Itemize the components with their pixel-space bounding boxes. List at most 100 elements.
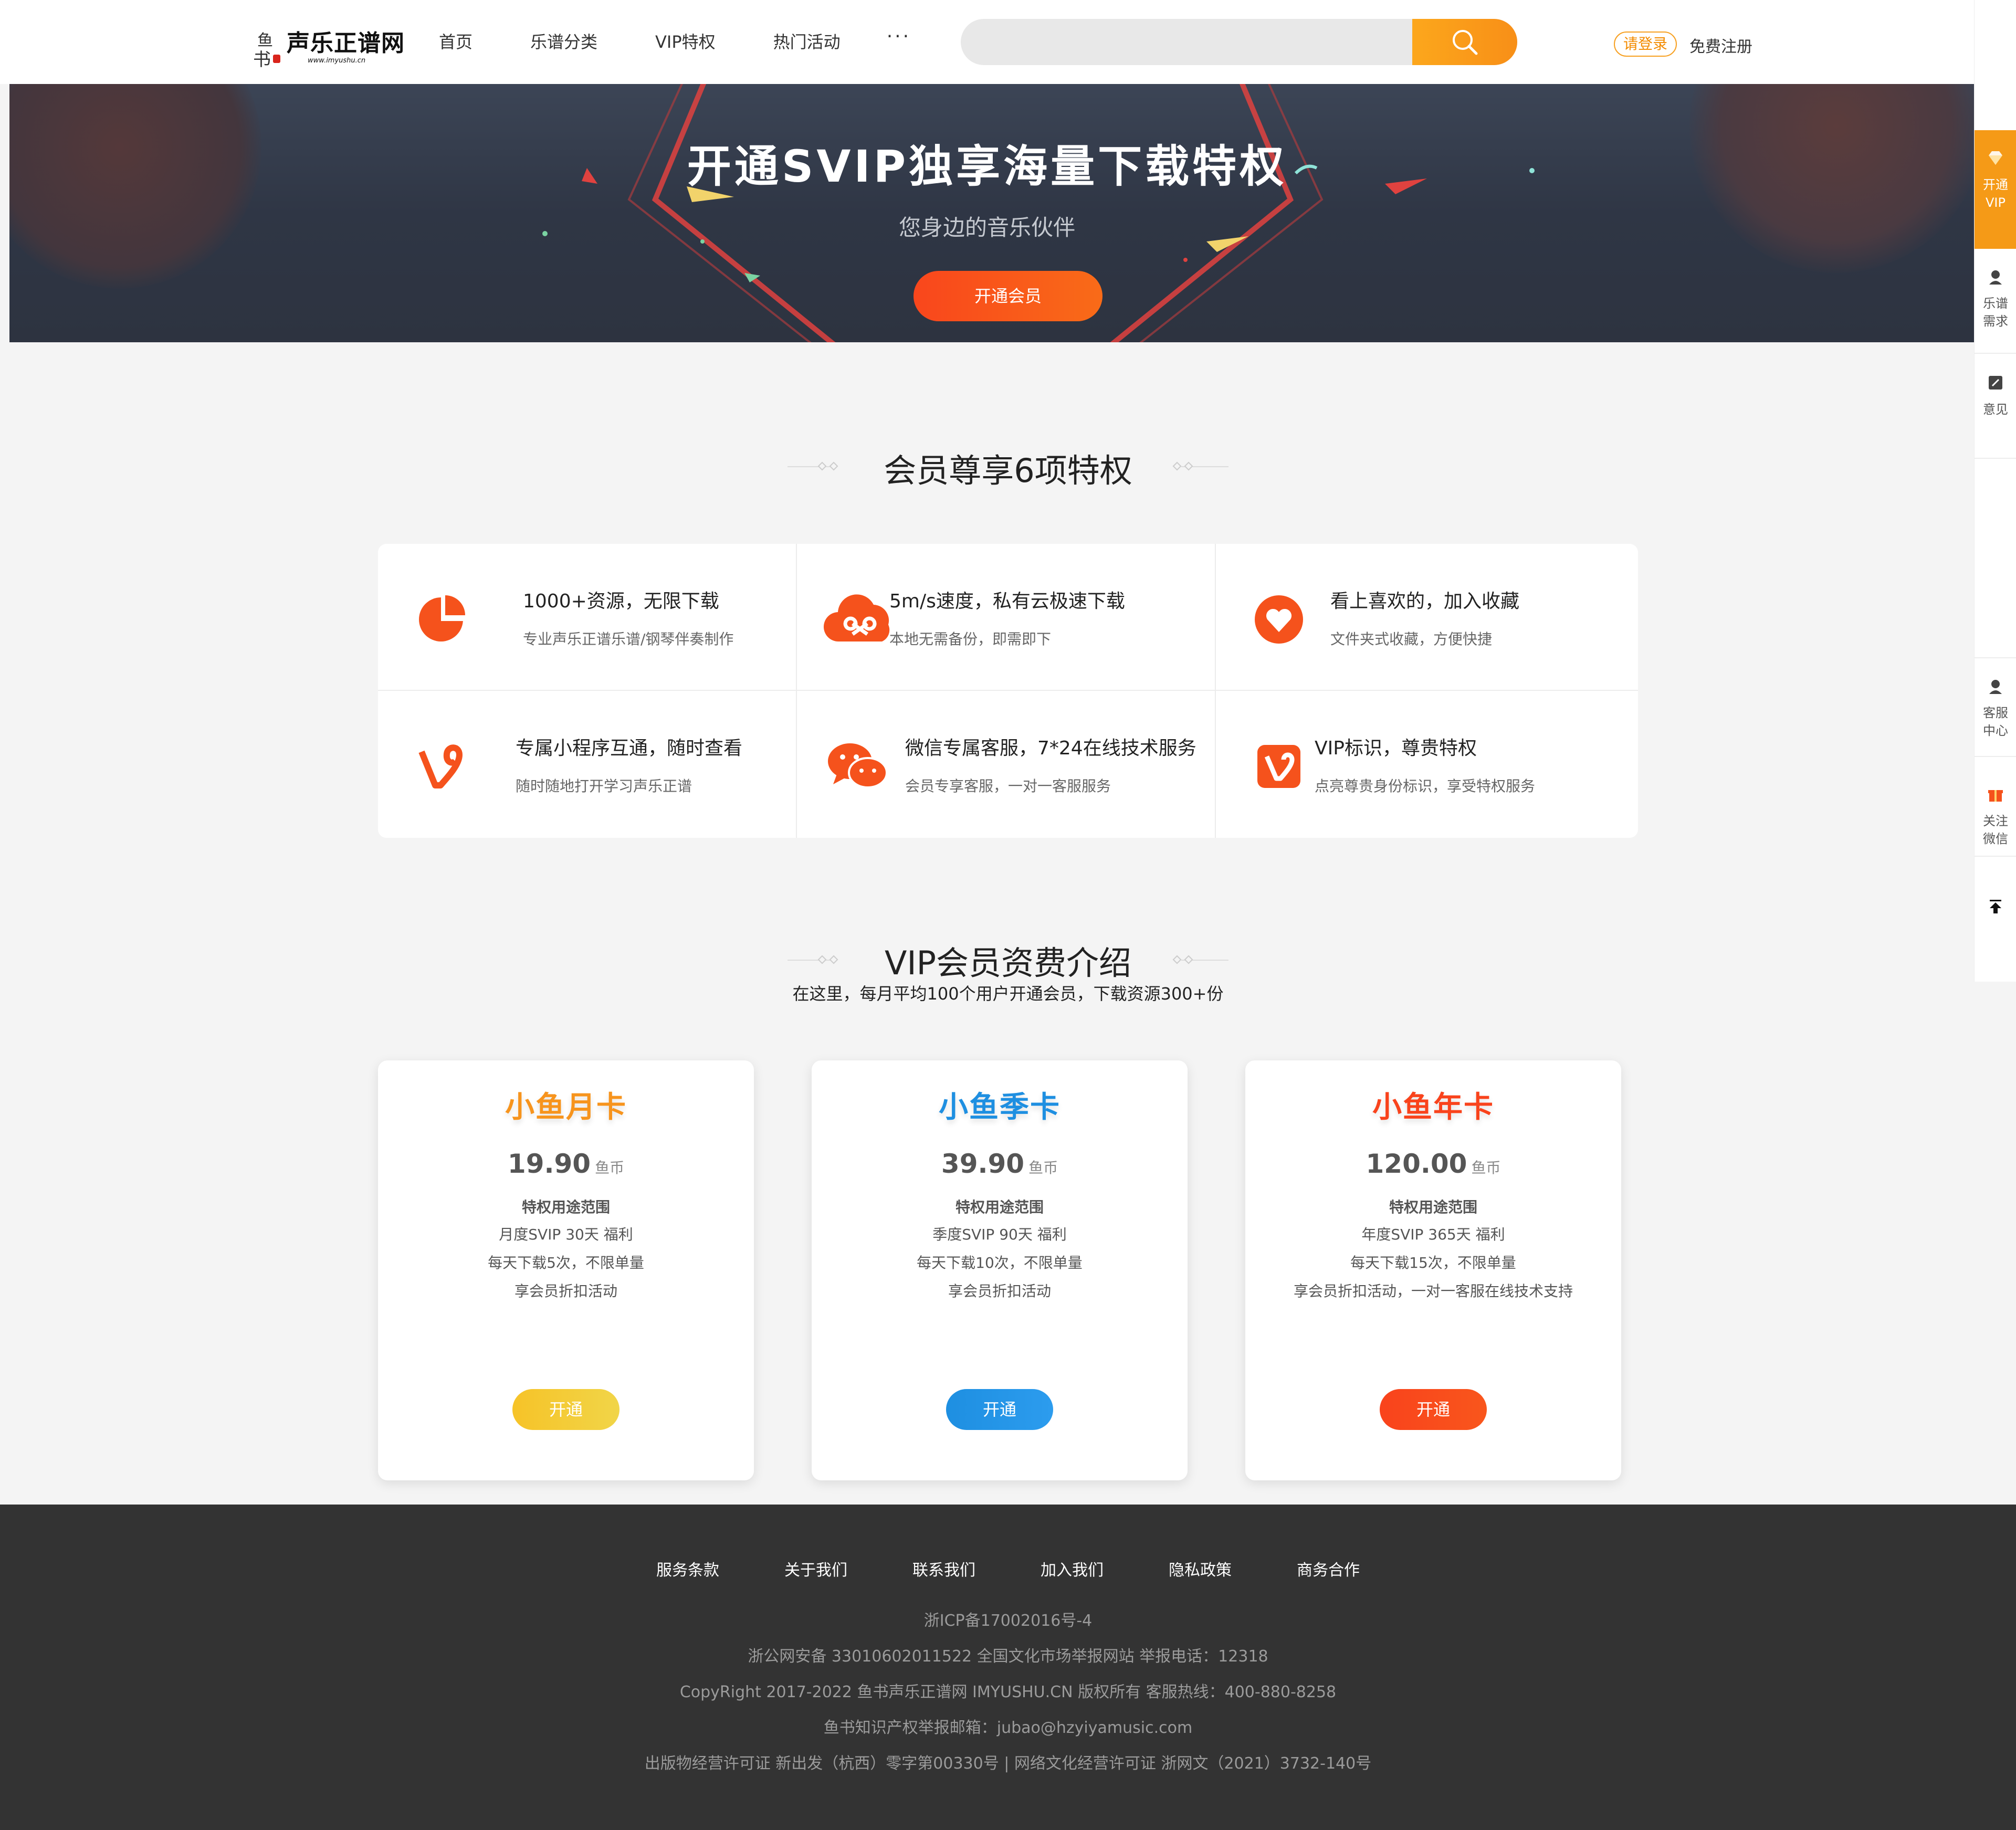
- search-icon: [1453, 30, 1478, 55]
- site-logo[interactable]: 鱼 书 声乐正谱网 www.imyushu.cn: [253, 25, 405, 70]
- card-price: 120.00 鱼币: [1245, 1149, 1621, 1179]
- card-benefit: 享会员折扣活动: [514, 1282, 617, 1300]
- nav-vip[interactable]: VIP特权: [655, 29, 716, 53]
- card-name: 小鱼季卡: [939, 1090, 1060, 1124]
- privileges-title: 会员尊享6项特权: [884, 451, 1132, 490]
- privilege-title: 5m/s速度，私有云极速下载: [889, 591, 1125, 612]
- open-membership-button[interactable]: 开通会员: [914, 271, 1102, 321]
- card-price-unit: 鱼币: [1471, 1159, 1501, 1176]
- gift-icon: [1988, 790, 2003, 802]
- card-name: 小鱼月卡: [505, 1090, 627, 1124]
- card-price-unit: 鱼币: [595, 1159, 625, 1176]
- login-button[interactable]: 请登录: [1614, 31, 1677, 57]
- card-price-value: 39.90: [941, 1149, 1025, 1179]
- vine-icon: [418, 744, 463, 788]
- card-price: 19.90 鱼币: [378, 1149, 754, 1179]
- pricing-card-yearly: 小鱼年卡 120.00 鱼币 特权用途范围 年度SVIP 365天 福利 每天下载…: [1245, 1060, 1621, 1480]
- card-benefit: 每天下载15次，不限单量: [1350, 1254, 1516, 1271]
- card-benefit: 每天下载10次，不限单量: [917, 1254, 1083, 1271]
- open-monthly-button[interactable]: 开通: [512, 1389, 620, 1430]
- arrow-up-icon: [1990, 900, 2001, 913]
- pie-chart-icon: [419, 595, 465, 641]
- card-benefit: 季度SVIP 90天 福利: [932, 1226, 1067, 1243]
- footer-police-record: 浙公网安备 33010602011522 全国文化市场举报网站 举报电话：123…: [748, 1647, 1268, 1666]
- privilege-title: 1000+资源，无限下载: [523, 591, 719, 612]
- privilege-desc: 专业声乐正谱乐谱/钢琴伴奏制作: [523, 630, 734, 648]
- sidebar-request-line1: 乐谱: [1983, 296, 2008, 311]
- footer-copyright: CopyRight 2017-2022 鱼书声乐正谱网 IMYUSHU.CN 版…: [679, 1683, 1337, 1701]
- sidebar-vip-line1: 开通: [1983, 177, 2008, 192]
- banner-subtitle: 您身边的音乐伙伴: [898, 215, 1075, 240]
- nav-more-icon[interactable]: ···: [887, 26, 911, 47]
- privilege-item: 1000+资源，无限下载 专业声乐正谱乐谱/钢琴伴奏制作: [378, 544, 797, 690]
- privilege-desc: 会员专享客服，一对一客服服务: [905, 777, 1111, 795]
- footer-licenses: 出版物经营许可证 新出发（杭西）零字第00330号 | 网络文化经营许可证 浙网…: [644, 1754, 1372, 1773]
- sidebar-open-vip[interactable]: 开通 VIP: [1975, 130, 2016, 249]
- edit-icon: [1989, 376, 2002, 390]
- card-name: 小鱼年卡: [1372, 1090, 1494, 1124]
- search-input[interactable]: [961, 19, 1412, 65]
- heart-icon: [1255, 595, 1303, 644]
- banner-title: 开通SVIP独享海量下载特权: [687, 141, 1287, 192]
- footer-link-contact[interactable]: 联系我们: [912, 1557, 975, 1580]
- card-price-value: 120.00: [1366, 1149, 1467, 1179]
- footer-icp: 浙ICP备17002016号-4: [923, 1612, 1093, 1630]
- privilege-item: 看上喜欢的，加入收藏 文件夹式收藏，方便快捷: [1216, 544, 1635, 690]
- diamond-icon: [1989, 151, 2002, 165]
- sidebar-wechat-line2: 微信: [1983, 832, 2008, 846]
- logo-title: 声乐正谱网: [287, 29, 405, 57]
- search-button[interactable]: [1412, 19, 1517, 65]
- logo-seal-bottom: 书: [253, 49, 271, 70]
- open-yearly-button[interactable]: 开通: [1380, 1389, 1487, 1430]
- logo-url: www.imyushu.cn: [308, 56, 366, 65]
- privilege-desc: 文件夹式收藏，方便快捷: [1330, 630, 1493, 648]
- privilege-item: 微信专属客服，7*24在线技术服务 会员专享客服，一对一客服服务: [797, 691, 1216, 837]
- search-bar: [961, 19, 1517, 65]
- sidebar-service-line2: 中心: [1983, 723, 2008, 738]
- nav-home[interactable]: 首页: [439, 29, 472, 53]
- nav-activities[interactable]: 热门活动: [773, 29, 841, 53]
- card-price: 39.90 鱼币: [812, 1149, 1188, 1179]
- footer-link-join[interactable]: 加入我们: [1041, 1557, 1104, 1580]
- card-price-value: 19.90: [507, 1149, 591, 1179]
- card-benefit: 享会员折扣活动: [948, 1282, 1051, 1300]
- register-link[interactable]: 免费注册: [1689, 34, 1752, 57]
- privilege-title: 专属小程序互通，随时查看: [516, 738, 743, 759]
- card-price-unit: 鱼币: [1028, 1159, 1058, 1176]
- nav-score-category[interactable]: 乐谱分类: [530, 29, 597, 53]
- footer-link-business[interactable]: 商务合作: [1297, 1557, 1360, 1580]
- sidebar-feedback[interactable]: 意见: [1975, 374, 2016, 418]
- logo-seal-icon: 鱼 书: [253, 27, 282, 70]
- card-scope: 特权用途范围: [955, 1198, 1044, 1216]
- privileges-grid: 1000+资源，无限下载 专业声乐正谱乐谱/钢琴伴奏制作 5m/s速度，私有云极…: [378, 544, 1638, 838]
- sidebar-service-center[interactable]: 客服 中心: [1975, 677, 2016, 740]
- privilege-desc: 随时随地打开学习声乐正谱: [516, 777, 692, 795]
- card-benefit: 月度SVIP 30天 福利: [499, 1226, 633, 1243]
- sidebar-service-line1: 客服: [1983, 706, 2008, 720]
- site-footer: 服务条款 关于我们 联系我们 加入我们 隐私政策 商务合作 浙ICP备17002…: [0, 1505, 2016, 1830]
- v-badge-icon: [1257, 745, 1300, 788]
- privilege-title: 微信专属客服，7*24在线技术服务: [905, 738, 1196, 759]
- card-benefit: 享会员折扣活动，一对一客服在线技术支持: [1293, 1282, 1573, 1300]
- privilege-desc: 点亮尊贵身份标识，享受特权服务: [1315, 777, 1536, 795]
- pricing-card-monthly: 小鱼月卡 19.90 鱼币 特权用途范围 月度SVIP 30天 福利 每天下载5次…: [378, 1060, 754, 1480]
- wechat-icon: [828, 743, 888, 788]
- privilege-desc: 本地无需备份，即需即下: [889, 630, 1052, 648]
- footer-link-privacy[interactable]: 隐私政策: [1169, 1557, 1232, 1580]
- footer-link-about[interactable]: 关于我们: [784, 1557, 847, 1580]
- back-to-top-button[interactable]: [1975, 898, 2016, 924]
- open-quarterly-button[interactable]: 开通: [946, 1389, 1053, 1430]
- headset-icon: [1989, 270, 2002, 285]
- sidebar-vip-line2: VIP: [1986, 195, 2006, 210]
- card-scope: 特权用途范围: [1389, 1198, 1477, 1216]
- footer-link-terms[interactable]: 服务条款: [656, 1557, 719, 1580]
- main-nav: 首页 乐谱分类 VIP特权 热门活动 ···: [439, 26, 911, 53]
- sidebar-request-line2: 需求: [1983, 314, 2008, 329]
- customer-service-icon: [1989, 680, 2002, 694]
- cloud-icon: [823, 594, 890, 642]
- footer-links: 服务条款 关于我们 联系我们 加入我们 隐私政策 商务合作: [0, 1557, 2016, 1580]
- sidebar-feedback-label: 意见: [1983, 402, 2008, 417]
- sidebar-score-request[interactable]: 乐谱 需求: [1975, 268, 2016, 330]
- privilege-title: 看上喜欢的，加入收藏: [1330, 591, 1520, 612]
- sidebar-follow-wechat[interactable]: 关注 微信: [1975, 785, 2016, 848]
